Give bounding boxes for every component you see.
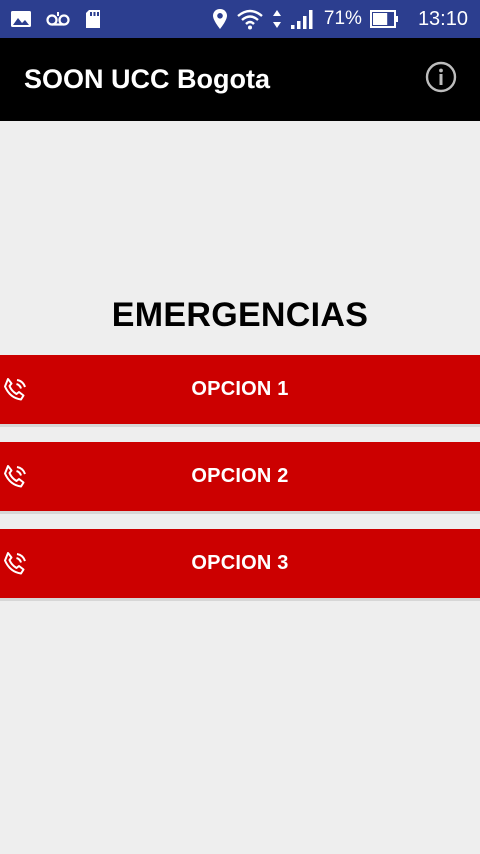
option-3-button[interactable]: OPCION 3	[0, 529, 480, 601]
image-icon	[10, 10, 32, 28]
sd-card-icon	[84, 9, 102, 29]
phone-icon	[2, 377, 28, 403]
option-1-button[interactable]: OPCION 1	[0, 355, 480, 427]
app-bar: SOON UCC Bogota	[0, 38, 480, 121]
phone-icon	[2, 551, 28, 577]
status-bar-notifications	[10, 9, 102, 29]
phone-icon	[2, 464, 28, 490]
signal-icon	[290, 8, 316, 30]
voicemail-icon	[46, 11, 70, 27]
app-title: SOON UCC Bogota	[24, 64, 270, 94]
wifi-icon	[236, 8, 264, 30]
battery-percent: 71%	[323, 8, 362, 29]
info-button[interactable]	[424, 61, 458, 98]
info-icon	[425, 61, 457, 98]
location-icon	[212, 8, 228, 30]
battery-icon	[369, 9, 400, 29]
data-arrows-icon	[272, 9, 282, 29]
clock: 13:10	[417, 7, 468, 30]
option-2-label: OPCION 2	[191, 465, 289, 487]
status-bar-system: 71% 13:10	[212, 8, 468, 31]
option-2-button[interactable]: OPCION 2	[0, 442, 480, 514]
option-1-label: OPCION 1	[191, 378, 289, 400]
option-3-label: OPCION 3	[191, 552, 289, 574]
status-bar: 71% 13:10	[0, 0, 480, 38]
page-heading: EMERGENCIAS	[111, 296, 369, 334]
